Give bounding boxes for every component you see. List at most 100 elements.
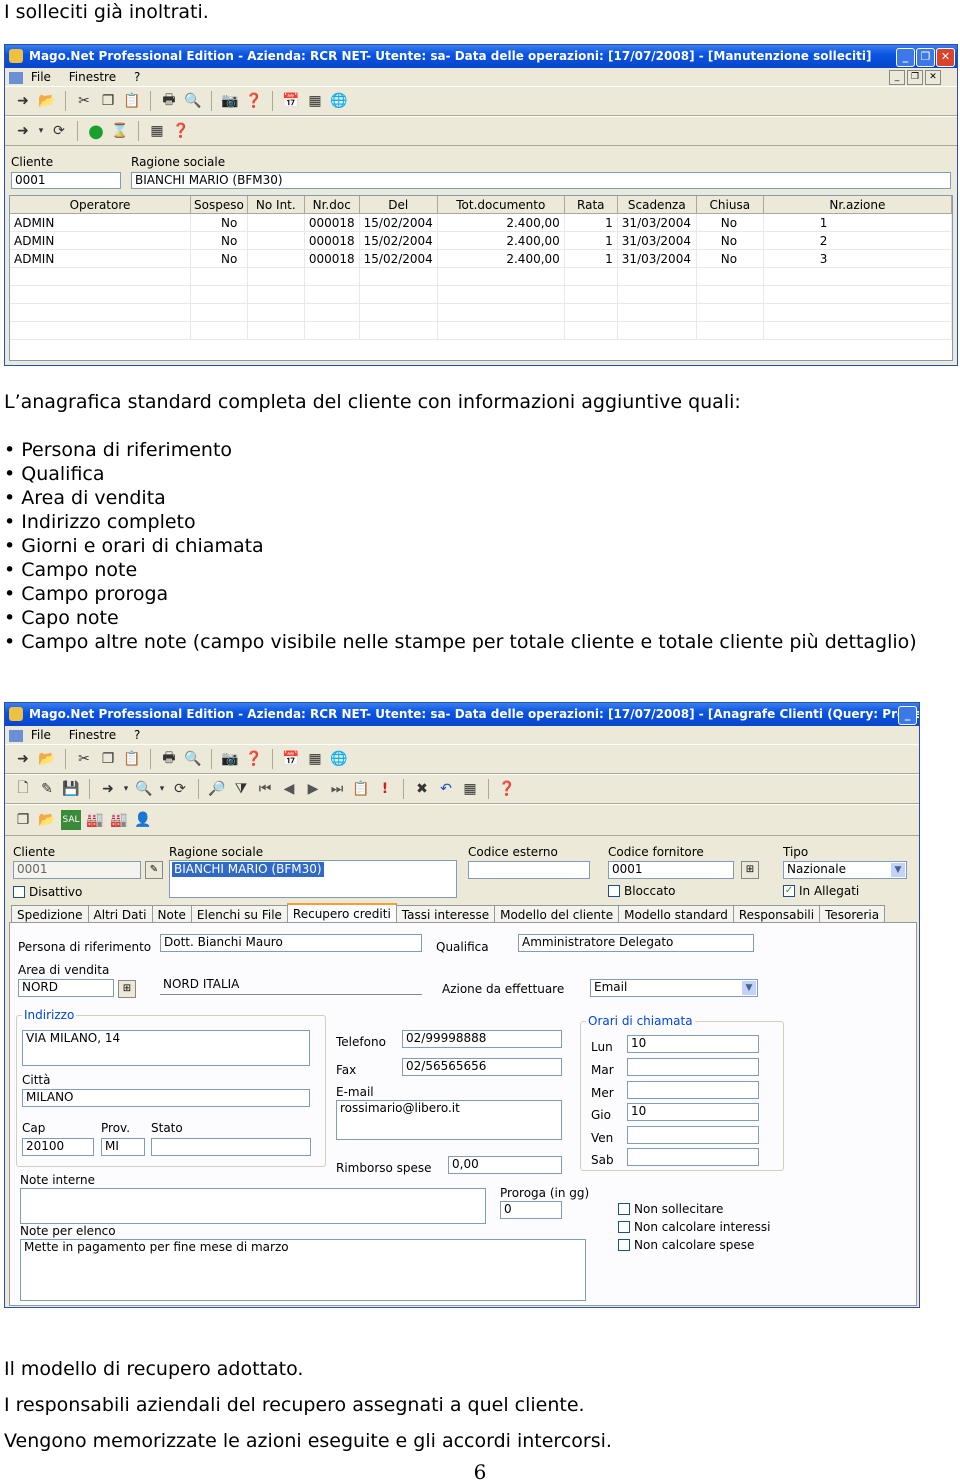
window-title-bar[interactable]: Mago.Net Professional Edition - Azienda:… xyxy=(5,703,919,726)
col-nr-azione[interactable]: Nr.azione xyxy=(763,196,953,214)
mdi-restore-button[interactable]: ❐ xyxy=(907,70,923,85)
codice-fornitore-field[interactable]: 0001 xyxy=(608,861,734,879)
copy-icon[interactable]: ❐ xyxy=(98,91,118,111)
disattivo-checkbox[interactable]: Disattivo xyxy=(13,885,82,899)
new-icon[interactable]: ➜ xyxy=(13,749,33,769)
bloccato-checkbox[interactable]: Bloccato xyxy=(608,884,676,898)
rimborso-spese-field[interactable]: 0,00 xyxy=(448,1156,562,1174)
tipo-select[interactable]: Nazionale ▼ xyxy=(783,861,907,879)
folder-icon[interactable]: 📂 xyxy=(37,810,57,830)
col-tot-documento[interactable]: Tot.documento xyxy=(437,196,565,214)
menu-file[interactable]: File xyxy=(31,728,51,742)
col-no-int[interactable]: No Int. xyxy=(247,196,305,214)
mdi-close-button[interactable]: ✕ xyxy=(925,70,941,85)
col-chiusa[interactable]: Chiusa xyxy=(696,196,764,214)
hourglass-icon[interactable]: ⌛ xyxy=(110,121,130,141)
in-allegati-checkbox[interactable]: ✓ In Allegati xyxy=(783,884,859,898)
new-document-icon[interactable]: 🗋 xyxy=(13,779,33,799)
action-icon[interactable]: ➜ xyxy=(13,121,33,141)
day-field-mer[interactable] xyxy=(627,1081,759,1099)
refresh-icon[interactable]: ⟳ xyxy=(170,779,190,799)
non-sollecitare-checkbox[interactable]: Non sollecitare xyxy=(618,1202,723,1216)
day-field-mar[interactable] xyxy=(627,1058,759,1076)
menu-file[interactable]: File xyxy=(31,70,51,84)
dropdown-arrow-icon[interactable]: ▾ xyxy=(37,121,45,141)
previous-record-icon[interactable]: ◀ xyxy=(279,779,299,799)
checkbox-box[interactable] xyxy=(618,1238,630,1251)
citta-field[interactable]: MILANO xyxy=(22,1089,310,1107)
maximize-button[interactable]: ❐ xyxy=(916,48,935,67)
area-vendita-code-field[interactable]: NORD xyxy=(18,979,114,997)
save-icon[interactable]: 💾 xyxy=(61,779,81,799)
note-interne-field[interactable] xyxy=(20,1188,486,1224)
day-field-sab[interactable] xyxy=(627,1148,759,1166)
menu-finestre[interactable]: Finestre xyxy=(69,728,116,742)
preview-icon[interactable]: 🔍 xyxy=(183,749,203,769)
col-scadenza[interactable]: Scadenza xyxy=(617,196,697,214)
edit-document-icon[interactable]: ✎ xyxy=(37,779,57,799)
user-icon[interactable]: 👤 xyxy=(133,810,153,830)
menu-help[interactable]: ? xyxy=(134,728,140,742)
proroga-field[interactable]: 0 xyxy=(500,1201,562,1219)
qualifica-field[interactable]: Amministratore Delegato xyxy=(518,934,754,952)
chevron-down-icon[interactable]: ▼ xyxy=(891,863,905,877)
window-title-bar[interactable]: Mago.Net Professional Edition - Azienda:… xyxy=(5,45,957,68)
last-record-icon[interactable]: ⏭ xyxy=(327,779,347,799)
edit-pencil-icon[interactable]: ✎ xyxy=(145,861,163,879)
camera-icon[interactable]: 📷 xyxy=(220,91,240,111)
day-field-gio[interactable]: 10 xyxy=(627,1103,759,1121)
paste-icon[interactable]: 📋 xyxy=(122,91,142,111)
checkbox-box[interactable] xyxy=(13,885,25,898)
help-icon[interactable]: ❓ xyxy=(497,779,517,799)
col-del[interactable]: Del xyxy=(359,196,438,214)
first-record-icon[interactable]: ⏮ xyxy=(255,779,275,799)
col-sospeso[interactable]: Sospeso xyxy=(190,196,248,214)
azione-select[interactable]: Email ▼ xyxy=(590,979,758,997)
help-icon[interactable]: ❓ xyxy=(244,91,264,111)
refresh-icon[interactable]: ⟳ xyxy=(49,121,69,141)
go-green-icon[interactable]: ● xyxy=(86,121,106,142)
checkbox-box[interactable] xyxy=(618,1220,630,1233)
filter-icon[interactable]: ⧩ xyxy=(231,779,251,799)
open-icon[interactable]: 📂 xyxy=(37,749,57,769)
ragione-sociale-field[interactable]: BIANCHI MARIO (BFM30) xyxy=(131,172,951,189)
table-row-empty[interactable] xyxy=(10,267,953,286)
non-calcolare-interessi-checkbox[interactable]: Non calcolare interessi xyxy=(618,1220,770,1234)
calendar-icon[interactable]: 📅 xyxy=(281,91,301,111)
lookup-icon[interactable]: ⊞ xyxy=(118,980,136,998)
col-nr-doc[interactable]: Nr.doc xyxy=(304,196,360,214)
checkbox-checked-box[interactable]: ✓ xyxy=(783,884,795,897)
checkbox-box[interactable] xyxy=(608,884,620,897)
checkbox-box[interactable] xyxy=(618,1202,630,1215)
minimize-button[interactable]: _ xyxy=(896,48,915,67)
tools-icon[interactable]: ▦ xyxy=(147,121,167,141)
chevron-down-icon[interactable]: ▼ xyxy=(742,981,756,995)
undo-icon[interactable]: ↶ xyxy=(436,779,456,799)
dropdown-arrow-icon[interactable]: ▾ xyxy=(122,779,130,799)
tools-icon[interactable]: ▦ xyxy=(460,779,480,799)
col-operatore[interactable]: Operatore xyxy=(10,196,191,214)
clipboard-icon[interactable]: 📋 xyxy=(351,779,371,799)
preview-icon[interactable]: 🔍 xyxy=(183,91,203,111)
table-row[interactable]: ADMIN No 000018 15/02/2004 2.400,00 1 31… xyxy=(10,213,953,232)
print-icon[interactable]: 🖶 xyxy=(159,749,179,769)
table-row-empty[interactable] xyxy=(10,285,953,304)
paste-icon[interactable]: 📋 xyxy=(122,749,142,769)
globe-icon[interactable]: 🌐 xyxy=(329,91,349,111)
cut-icon[interactable]: ✂ xyxy=(74,749,94,769)
table-row-empty[interactable] xyxy=(10,303,953,322)
day-field-ven[interactable] xyxy=(627,1126,759,1144)
open-icon[interactable]: 📂 xyxy=(37,91,57,111)
new-icon[interactable]: ➜ xyxy=(13,91,33,111)
calendar-icon[interactable]: 📅 xyxy=(281,749,301,769)
factory-alt-icon[interactable]: 🏭 xyxy=(109,810,129,830)
help-icon[interactable]: ❓ xyxy=(171,121,191,141)
menu-finestre[interactable]: Finestre xyxy=(69,70,116,84)
minimize-button[interactable]: _ xyxy=(898,706,917,725)
cut-icon[interactable]: ✂ xyxy=(74,91,94,111)
col-rata[interactable]: Rata xyxy=(564,196,618,214)
cap-field[interactable]: 20100 xyxy=(22,1138,94,1156)
telefono-field[interactable]: 02/99998888 xyxy=(402,1030,562,1048)
mdi-minimize-button[interactable]: _ xyxy=(889,70,905,85)
lookup-icon[interactable]: ⊞ xyxy=(741,861,759,879)
